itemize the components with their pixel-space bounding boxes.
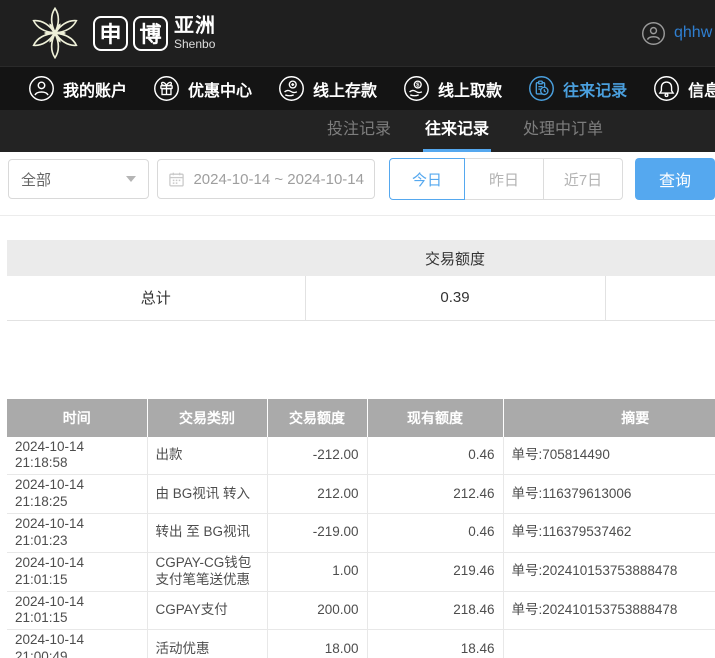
flower-logo-icon <box>26 4 84 62</box>
nav-item-my-account[interactable]: 我的账户 <box>28 75 127 102</box>
user-area[interactable]: qhhw <box>641 0 712 66</box>
filter-bar: 全部 2024-10-14 ~ 2024-10-14 今日 昨日 近7日 查询 <box>0 152 715 216</box>
summary-total-label: 总计 <box>7 276 305 320</box>
brand-seal-bo: 博 <box>133 16 168 51</box>
category-select[interactable]: 全部 <box>8 159 149 199</box>
cell-amount: -219.00 <box>267 514 367 553</box>
main-nav: 我的账户 优惠中心 线上存款 <box>0 66 715 110</box>
cell-amount: 18.00 <box>267 630 367 658</box>
chevron-down-icon <box>126 176 136 182</box>
cell-time: 2024-10-14 21:01:15 <box>7 591 147 630</box>
summary-header-amount: 交易额度 <box>305 240 605 276</box>
brand-region: 亚洲 <box>174 16 216 36</box>
brand-seal-shen: 申 <box>93 16 128 51</box>
cell-amount: 200.00 <box>267 591 367 630</box>
clipboard-clock-icon <box>528 75 555 102</box>
summary-table: 交易额度 总计 0.39 <box>7 240 715 321</box>
cell-type: 活动优惠 <box>147 630 267 658</box>
nav-item-messages[interactable]: 信息中心 <box>653 75 715 102</box>
nav-item-withdraw[interactable]: $ 线上取款 <box>403 75 502 102</box>
cell-type: 转出 至 BG视讯 <box>147 514 267 553</box>
summary-header-spacer <box>605 240 715 276</box>
table-row: 2024-10-14 21:18:25 由 BG视讯 转入 212.00 212… <box>7 475 715 514</box>
cell-time: 2024-10-14 21:18:58 <box>7 437 147 475</box>
cell-balance: 212.46 <box>367 475 503 514</box>
col-type: 交易类别 <box>147 399 267 437</box>
date-range-value: 2024-10-14 ~ 2024-10-14 <box>193 171 364 188</box>
category-select-value: 全部 <box>21 169 51 190</box>
nav-label: 往来记录 <box>563 77 627 101</box>
cell-time: 2024-10-14 21:18:25 <box>7 475 147 514</box>
cell-type: 由 BG视讯 转入 <box>147 475 267 514</box>
cell-memo <box>503 630 715 658</box>
cell-balance: 18.46 <box>367 630 503 658</box>
nav-label: 我的账户 <box>63 77 127 101</box>
nav-label: 信息中心 <box>688 77 715 101</box>
today-button[interactable]: 今日 <box>389 158 465 200</box>
cell-type: CGPAY支付 <box>147 591 267 630</box>
tab-transaction-records[interactable]: 往来记录 <box>423 110 491 152</box>
tab-processing-orders[interactable]: 处理中订单 <box>521 110 605 152</box>
nav-item-promotions[interactable]: 优惠中心 <box>153 75 252 102</box>
sub-nav: 投注记录 往来记录 处理中订单 <box>0 110 715 152</box>
top-header: 申 博 亚洲 Shenbo qhhw <box>0 0 715 66</box>
cell-time: 2024-10-14 21:01:15 <box>7 552 147 591</box>
tab-bet-records[interactable]: 投注记录 <box>325 110 393 152</box>
brand-region-block: 亚洲 Shenbo <box>174 16 216 50</box>
table-row: 2024-10-14 21:01:15 CGPAY-CG钱包支付笔笔送优惠 1.… <box>7 552 715 591</box>
calendar-icon <box>168 171 185 188</box>
cell-amount: 1.00 <box>267 552 367 591</box>
table-row: 2024-10-14 21:00:49 活动优惠 18.00 18.46 <box>7 630 715 658</box>
records-table: 时间 交易类别 交易额度 现有额度 摘要 2024-10-14 21:18:58… <box>7 399 715 658</box>
yesterday-button[interactable]: 昨日 <box>464 158 544 200</box>
nav-label: 线上取款 <box>438 77 502 101</box>
summary-header-row: 交易额度 <box>7 240 715 276</box>
col-memo: 摘要 <box>503 399 715 437</box>
user-icon <box>28 75 55 102</box>
summary-header-spacer <box>7 240 305 276</box>
nav-item-deposit[interactable]: 线上存款 <box>278 75 377 102</box>
cell-memo: 单号:202410153753888478 <box>503 591 715 630</box>
cell-balance: 218.46 <box>367 591 503 630</box>
cell-balance: 0.46 <box>367 514 503 553</box>
records-header-row: 时间 交易类别 交易额度 现有额度 摘要 <box>7 399 715 437</box>
nav-label: 优惠中心 <box>188 77 252 101</box>
date-range-input[interactable]: 2024-10-14 ~ 2024-10-14 <box>157 159 375 199</box>
cell-memo: 单号:202410153753888478 <box>503 552 715 591</box>
table-row: 2024-10-14 21:01:23 转出 至 BG视讯 -219.00 0.… <box>7 514 715 553</box>
search-button[interactable]: 查询 <box>635 158 715 200</box>
quick-range-group: 今日 昨日 近7日 <box>389 158 623 200</box>
cell-amount: -212.00 <box>267 437 367 475</box>
cell-type: 出款 <box>147 437 267 475</box>
nav-label: 线上存款 <box>313 77 377 101</box>
bell-icon <box>653 75 680 102</box>
user-avatar-icon <box>641 21 666 46</box>
cell-balance: 219.46 <box>367 552 503 591</box>
col-amount: 交易额度 <box>267 399 367 437</box>
brand-latin: Shenbo <box>174 38 216 50</box>
cell-memo: 单号:116379613006 <box>503 475 715 514</box>
hand-coin-icon <box>278 75 305 102</box>
hand-dollar-icon: $ <box>403 75 430 102</box>
cell-time: 2024-10-14 21:01:23 <box>7 514 147 553</box>
table-row: 2024-10-14 21:01:15 CGPAY支付 200.00 218.4… <box>7 591 715 630</box>
summary-total-value: 0.39 <box>305 276 605 320</box>
nav-item-transactions[interactable]: 往来记录 <box>528 75 627 102</box>
summary-empty-cell <box>605 276 715 320</box>
cell-memo: 单号:116379537462 <box>503 514 715 553</box>
cell-balance: 0.46 <box>367 437 503 475</box>
brand-logo[interactable]: 申 博 亚洲 Shenbo <box>26 4 216 62</box>
cell-type: CGPAY-CG钱包支付笔笔送优惠 <box>147 552 267 591</box>
summary-total-row: 总计 0.39 <box>7 276 715 320</box>
cell-amount: 212.00 <box>267 475 367 514</box>
last7days-button[interactable]: 近7日 <box>543 158 623 200</box>
cell-memo: 单号:705814490 <box>503 437 715 475</box>
cell-time: 2024-10-14 21:00:49 <box>7 630 147 658</box>
username[interactable]: qhhw <box>674 24 712 42</box>
col-balance: 现有额度 <box>367 399 503 437</box>
table-row: 2024-10-14 21:18:58 出款 -212.00 0.46 单号:7… <box>7 437 715 475</box>
gift-icon <box>153 75 180 102</box>
col-time: 时间 <box>7 399 147 437</box>
